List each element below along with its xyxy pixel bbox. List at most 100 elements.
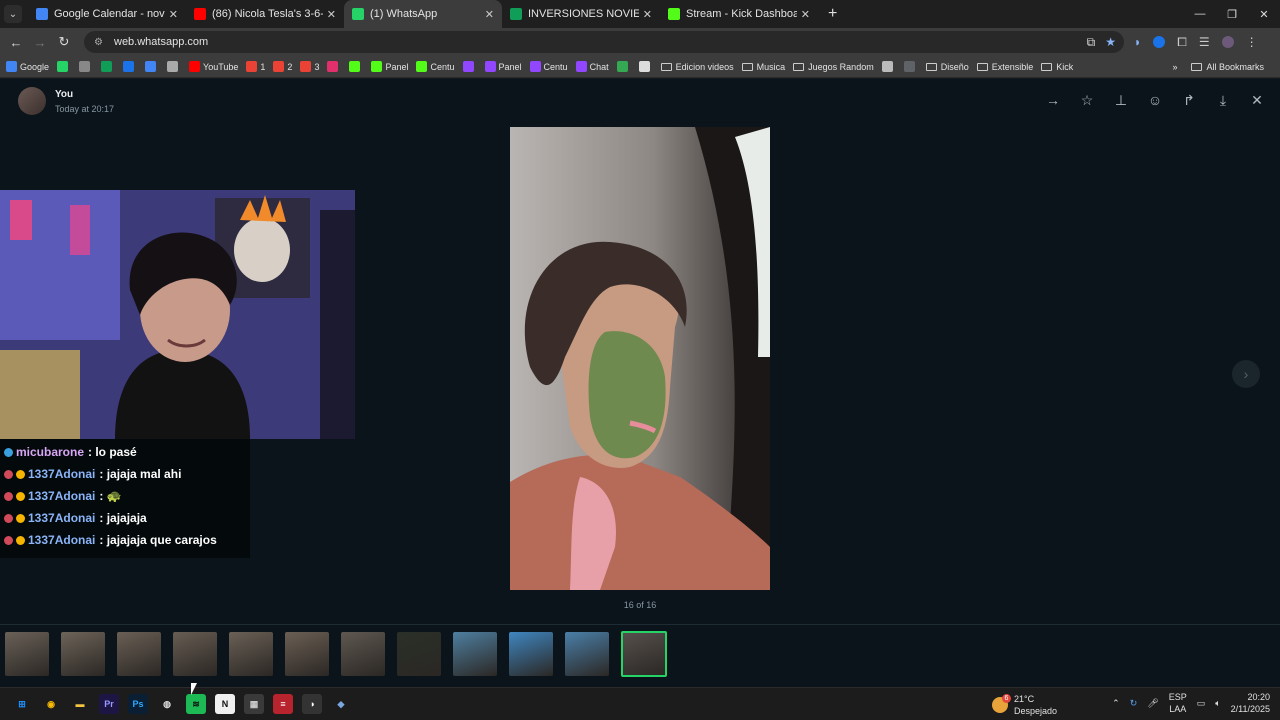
- file-explorer-icon[interactable]: ▬: [70, 694, 90, 714]
- reload-button[interactable]: ↻: [52, 34, 76, 50]
- notion-icon[interactable]: N: [215, 694, 235, 714]
- network-icon[interactable]: ▭: [1197, 698, 1206, 709]
- microphone-icon[interactable]: 🎤︎: [1147, 698, 1158, 709]
- all-bookmarks-button[interactable]: All Bookmarks: [1191, 62, 1264, 72]
- media-thumbnail[interactable]: [453, 631, 497, 676]
- bookmark-folder[interactable]: Diseño: [925, 62, 969, 72]
- bookmark-link[interactable]: [167, 61, 181, 72]
- bookmark-link[interactable]: Panel: [371, 61, 408, 72]
- bookmark-folder[interactable]: Kick: [1041, 62, 1073, 72]
- premiere-icon[interactable]: Pr: [99, 694, 119, 714]
- bookmark-link[interactable]: [881, 61, 896, 72]
- browser-tab[interactable]: (1) WhatsApp ✕: [344, 0, 502, 28]
- bookmark-link[interactable]: [57, 61, 71, 72]
- browser-tab[interactable]: Stream - Kick Dashboard ✕: [660, 0, 818, 28]
- star-icon[interactable]: ☆: [1078, 91, 1096, 109]
- bookmark-link[interactable]: [616, 61, 631, 72]
- windows-start-icon[interactable]: ⊞: [12, 694, 32, 714]
- bookmark-link[interactable]: [101, 61, 115, 72]
- site-info-icon[interactable]: ⚙: [94, 37, 108, 48]
- photoshop-icon[interactable]: Ps: [128, 694, 148, 714]
- profile-avatar-icon[interactable]: [1221, 36, 1234, 48]
- extension-shield-icon[interactable]: [1153, 36, 1166, 48]
- clock[interactable]: 20:20 2/11/2025: [1231, 691, 1270, 715]
- forward-icon[interactable]: ↱: [1180, 91, 1198, 109]
- bookmark-star-icon[interactable]: ★: [1105, 35, 1116, 50]
- more-bookmarks-button[interactable]: »: [1172, 62, 1177, 72]
- chrome-menu-icon[interactable]: ⋮: [1246, 35, 1258, 49]
- close-icon[interactable]: ✕: [1248, 91, 1266, 109]
- media-thumbnail[interactable]: [621, 630, 667, 677]
- next-media-button[interactable]: ›: [1232, 360, 1260, 388]
- maximize-button[interactable]: ❐: [1216, 0, 1248, 28]
- close-tab-icon[interactable]: ✕: [169, 8, 178, 21]
- spotify-icon[interactable]: ≋: [186, 694, 206, 714]
- media-thumbnail[interactable]: [117, 631, 161, 676]
- minimize-button[interactable]: —: [1184, 0, 1216, 28]
- bookmark-link[interactable]: [145, 61, 159, 72]
- back-button[interactable]: ←: [4, 35, 28, 50]
- media-thumbnail[interactable]: [341, 631, 385, 676]
- media-thumbnail[interactable]: [565, 631, 609, 676]
- media-thumbnail[interactable]: [285, 631, 329, 676]
- omnibox[interactable]: ⚙ web.whatsapp.com ⧉ ★: [84, 31, 1124, 53]
- emoji-icon[interactable]: ☺: [1146, 91, 1164, 109]
- bookmark-link[interactable]: Panel: [484, 61, 522, 72]
- pin-icon[interactable]: ⊥: [1112, 91, 1130, 109]
- media-thumbnail[interactable]: [173, 631, 217, 676]
- bookmark-link[interactable]: Google: [6, 61, 49, 72]
- bookmark-link[interactable]: [903, 61, 918, 72]
- browser-tab[interactable]: Google Calendar - noviembre d ✕: [28, 0, 186, 28]
- download-icon[interactable]: ⤓: [1214, 91, 1232, 109]
- bookmark-link[interactable]: Centu: [416, 61, 455, 72]
- bookmark-link[interactable]: 1: [246, 61, 265, 72]
- tray-overflow-icon[interactable]: ⌃: [1112, 698, 1120, 709]
- media-thumbnail[interactable]: [5, 631, 49, 676]
- bookmark-folder[interactable]: Edicion videos: [660, 62, 734, 72]
- media-sender-info[interactable]: You Today at 20:17: [18, 87, 114, 115]
- app-diamond-icon[interactable]: ◆: [331, 694, 351, 714]
- extensions-puzzle-icon[interactable]: ⧠: [1177, 35, 1187, 50]
- forward-button[interactable]: →: [28, 35, 52, 50]
- capcut-icon[interactable]: ◑: [302, 694, 322, 714]
- volume-icon[interactable]: 🔈︎: [1215, 698, 1220, 709]
- weather-widget[interactable]: 6 21°C Despejado: [992, 693, 1057, 717]
- close-tab-icon[interactable]: ✕: [643, 8, 652, 21]
- media-thumbnail[interactable]: [397, 631, 441, 676]
- go-to-message-icon[interactable]: →: [1044, 91, 1062, 109]
- bookmark-link[interactable]: YouTube: [189, 61, 238, 72]
- bookmark-link[interactable]: 3: [300, 61, 319, 72]
- bookmark-link[interactable]: [327, 61, 341, 72]
- bookmark-link[interactable]: [123, 61, 137, 72]
- obs-icon[interactable]: ◍: [157, 694, 177, 714]
- bookmark-folder[interactable]: Extensible: [976, 62, 1033, 72]
- extension-audio-icon[interactable]: ◗: [1134, 35, 1141, 49]
- close-tab-icon[interactable]: ✕: [485, 8, 494, 21]
- close-tab-icon[interactable]: ✕: [801, 8, 810, 21]
- close-window-button[interactable]: ✕: [1248, 0, 1280, 28]
- media-thumbnail[interactable]: [61, 631, 105, 676]
- bookmark-link[interactable]: [349, 61, 363, 72]
- browser-tab[interactable]: (86) Nicola Tesla's 3-6-9 Code | ✕: [186, 0, 344, 28]
- media-thumbnail[interactable]: [509, 631, 553, 676]
- bookmark-folder[interactable]: Juegos Random: [793, 62, 874, 72]
- bookmark-link[interactable]: Centu: [529, 61, 568, 72]
- calculator-icon[interactable]: ▦: [244, 694, 264, 714]
- browser-tab[interactable]: INVERSIONES NOVIEMBRE 2025 ✕: [502, 0, 660, 28]
- bookmark-link[interactable]: Chat: [575, 61, 609, 72]
- sync-icon[interactable]: ↻: [1130, 698, 1138, 709]
- bookmark-link[interactable]: [462, 61, 477, 72]
- input-language[interactable]: ESP LAA: [1169, 691, 1187, 715]
- reading-list-icon[interactable]: ☰: [1199, 35, 1210, 49]
- install-app-icon[interactable]: ⧉: [1087, 35, 1096, 50]
- bookmark-folder[interactable]: Musica: [741, 62, 785, 72]
- close-tab-icon[interactable]: ✕: [327, 8, 336, 21]
- streamlabs-icon[interactable]: ≡: [273, 694, 293, 714]
- media-thumbnail[interactable]: [229, 631, 273, 676]
- bookmark-link[interactable]: [79, 61, 93, 72]
- chrome-icon[interactable]: ◉: [41, 694, 61, 714]
- bookmark-link[interactable]: 2: [273, 61, 292, 72]
- bookmark-link[interactable]: [638, 61, 653, 72]
- new-tab-button[interactable]: +: [828, 5, 837, 23]
- tab-search-icon[interactable]: ⌄: [4, 5, 22, 23]
